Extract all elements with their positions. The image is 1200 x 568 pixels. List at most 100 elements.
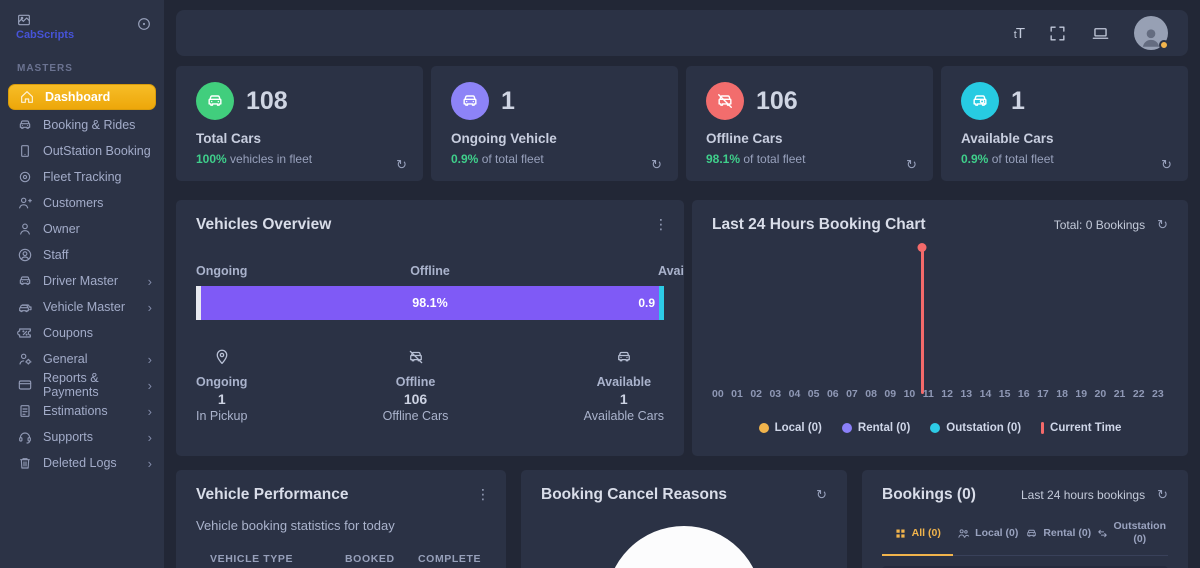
sidebar-item-driver-master[interactable]: Driver Master › [0, 268, 164, 294]
bookings-tabs: All (0) Local (0) Rental (0) Outstation … [882, 516, 1169, 557]
legend-outstation[interactable]: Outstation (0) [930, 422, 1021, 434]
tab-all[interactable]: All (0) [882, 516, 953, 557]
sidebar-item-label: General [43, 352, 88, 366]
refresh-icon[interactable]: ↻ [1161, 157, 1172, 173]
sidebar: CabScripts MASTERS Dashboard Booking & R… [0, 0, 164, 568]
sidebar-item-label: Booking & Rides [43, 118, 136, 132]
bookings-panel: Bookings (0) Last 24 hours bookings ↻ Al… [862, 470, 1188, 568]
tab-outstation[interactable]: Outstation (0) [1094, 516, 1169, 556]
sidebar-item-owner[interactable]: Owner [0, 216, 164, 242]
sidebar-item-label: Fleet Tracking [43, 170, 122, 184]
legend-current-time: Current Time [1041, 422, 1121, 434]
grid-icon [894, 527, 907, 540]
sidebar-item-coupons[interactable]: Coupons [0, 320, 164, 346]
refresh-icon[interactable]: ↻ [1157, 217, 1168, 233]
chart-legend: Local (0) Rental (0) Outstation (0) Curr… [712, 422, 1168, 434]
sidebar-item-fleet-tracking[interactable]: Fleet Tracking [0, 164, 164, 190]
bottom-row: Vehicle Performance ⋮ Vehicle booking st… [176, 470, 1188, 568]
car-icon [615, 348, 633, 366]
vehicles-stacked-bar[interactable]: 98.1% 0.9 [196, 286, 664, 320]
panel-title: Booking Cancel Reasons [541, 486, 728, 503]
sidebar-item-dashboard[interactable]: Dashboard [8, 84, 156, 110]
booking-chart-plot[interactable]: 00 01 02 03 04 05 06 07 08 09 10 11 12 13 14 15 16 17 18 19… [712, 236, 1168, 400]
sidebar-item-customers[interactable]: Customers [0, 190, 164, 216]
chevron-right-icon: › [147, 273, 152, 289]
sidebar-item-reports-payments[interactable]: Reports & Payments › [0, 371, 164, 399]
bookings-subtitle-row: Last 24 hours bookings ↻ [1021, 487, 1168, 503]
sidebar-item-label: OutStation Booking [43, 144, 151, 158]
panel-title: Vehicles Overview [196, 216, 332, 233]
stat-percent-line: 0.9% of total fleet [451, 152, 544, 166]
refresh-icon[interactable]: ↻ [396, 157, 407, 173]
bookings-subtitle: Last 24 hours bookings [1021, 488, 1146, 502]
tab-local[interactable]: Local (0) [953, 516, 1024, 556]
chart-total: Total: 0 Bookings ↻ [1053, 217, 1168, 233]
column-vehicle-type: VEHICLE TYPE [210, 553, 294, 565]
panel-title: Vehicle Performance [196, 486, 349, 503]
sidebar-item-general[interactable]: General › [0, 346, 164, 372]
chevron-right-icon: › [147, 455, 152, 471]
vo-stat-offline: Offline 106 Offline Cars [383, 348, 448, 423]
legend-rental[interactable]: Rental (0) [841, 422, 910, 434]
sidebar-item-vehicle-master[interactable]: Vehicle Master › [0, 294, 164, 320]
middle-row: Vehicles Overview ⋮ Ongoing Offline Avai… [176, 200, 1188, 456]
kebab-menu-icon[interactable]: ⋮ [476, 486, 490, 503]
sidebar-item-deleted-logs[interactable]: Deleted Logs › [0, 450, 164, 476]
credit-card-icon [17, 377, 33, 393]
sidebar-item-outstation-booking[interactable]: OutStation Booking [0, 138, 164, 164]
user-plus-icon [17, 195, 33, 211]
sidebar-item-staff[interactable]: Staff [0, 242, 164, 268]
booking-chart-panel: Last 24 Hours Booking Chart Total: 0 Boo… [692, 200, 1188, 456]
panel-subtitle: Vehicle booking statistics for today [196, 518, 395, 533]
document-icon [17, 403, 33, 419]
fullscreen-icon[interactable] [1048, 24, 1067, 43]
sidebar-item-estimations[interactable]: Estimations › [0, 398, 164, 424]
vehicles-overview-labels: Ongoing Offline Available [196, 264, 684, 278]
car-icon [17, 117, 33, 133]
panel-title: Bookings (0) [882, 486, 976, 503]
refresh-icon[interactable]: ↻ [816, 487, 827, 503]
sidebar-item-label: Reports & Payments [43, 371, 99, 399]
stat-value: 108 [246, 86, 288, 115]
column-complete: COMPLETE [418, 553, 482, 565]
stat-value: 1 [501, 86, 515, 115]
sidebar-item-supports[interactable]: Supports › [0, 424, 164, 450]
user-gear-icon [17, 351, 33, 367]
stat-percent-line: 100% vehicles in fleet [196, 152, 313, 166]
home-icon [19, 89, 35, 105]
stat-label: Offline Cars [706, 131, 783, 146]
user-avatar[interactable] [1134, 16, 1169, 50]
chevron-right-icon: › [147, 403, 152, 419]
sidebar-item-label: Coupons [43, 326, 94, 340]
shuffle-icon [1096, 527, 1109, 540]
sidebar-toggle-icon[interactable] [136, 16, 152, 32]
target-icon [17, 169, 33, 185]
label-offline: Offline [410, 264, 450, 278]
tab-rental[interactable]: Rental (0) [1023, 516, 1094, 556]
cars-icon [17, 299, 33, 315]
kebab-menu-icon[interactable]: ⋮ [654, 216, 668, 233]
text-size-icon[interactable]: tT [1014, 25, 1025, 42]
pin-icon [213, 348, 231, 366]
refresh-icon[interactable]: ↻ [651, 157, 662, 173]
refresh-icon[interactable]: ↻ [1157, 487, 1168, 503]
ticket-icon [17, 325, 33, 341]
taxi-icon [196, 82, 234, 120]
local-dot-icon [758, 423, 769, 433]
car-icon [451, 82, 489, 120]
sidebar-item-label: Supports [43, 430, 94, 444]
sidebar-nav: Dashboard Booking & Rides OutStation Boo… [0, 84, 164, 476]
legend-local[interactable]: Local (0) [758, 422, 822, 434]
refresh-icon[interactable]: ↻ [906, 157, 917, 173]
display-icon[interactable] [1091, 24, 1110, 43]
table-header-row: VEHICLE TYPE BOOKED COMPLETE [196, 553, 486, 565]
people-icon [957, 527, 970, 540]
bar-segment-available[interactable] [659, 286, 664, 320]
car-slash-icon [407, 348, 425, 366]
broken-image-icon [16, 12, 32, 28]
vo-stat-available: Available 1 Available Cars [584, 348, 664, 423]
sidebar-item-booking-rides[interactable]: Booking & Rides [0, 112, 164, 138]
bar-segment-offline[interactable]: 98.1% [201, 286, 659, 320]
stat-percent-line: 0.9% of total fleet [961, 152, 1054, 166]
top-header-bar: tT [176, 10, 1188, 56]
